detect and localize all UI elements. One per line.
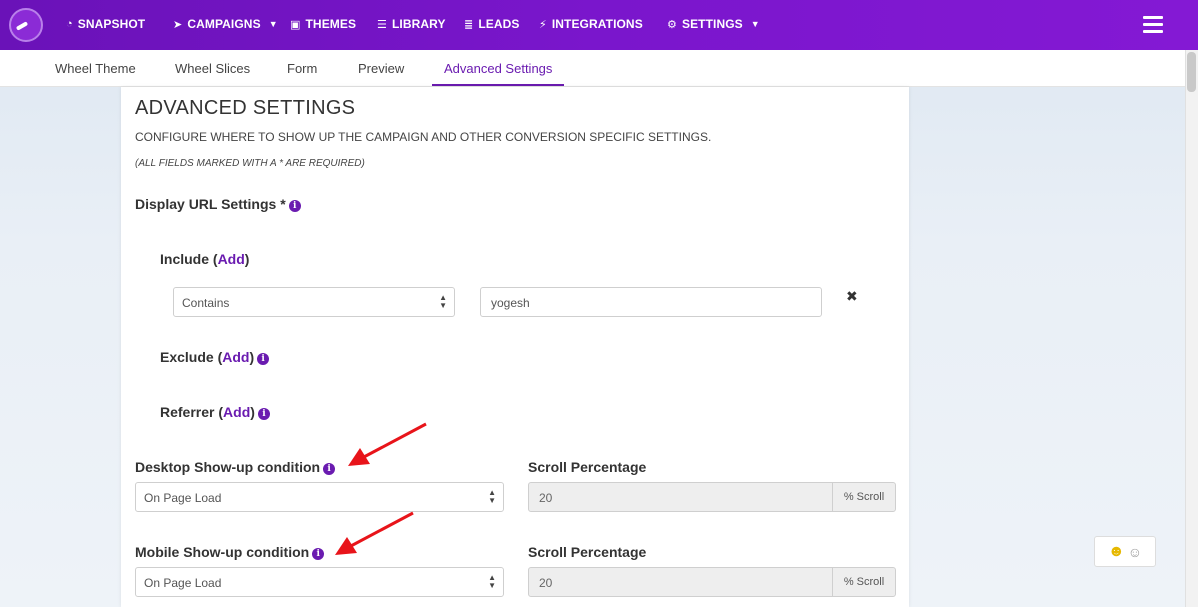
mobile-condition-select[interactable]: On Page Load ▲ ▼ <box>135 567 504 597</box>
include-value-input[interactable]: yogesh <box>480 287 822 317</box>
tab-wheel-theme[interactable]: Wheel Theme <box>55 61 136 76</box>
nav-library[interactable]: ☰ LIBRARY <box>377 17 446 31</box>
desktop-scroll-input[interactable]: 20 <box>529 483 832 511</box>
include-operator-select[interactable]: Contains ▲ ▼ <box>173 287 455 317</box>
plug-icon: ⚡ <box>539 18 547 31</box>
campaign-tabs: Wheel Theme Wheel Slices Form Preview Ad… <box>0 50 1198 87</box>
top-navbar: ◔ SNAPSHOT ➤ CAMPAIGNS ▼ ▣ THEMES ☰ LIBR… <box>0 0 1198 50</box>
tab-advanced-settings[interactable]: Advanced Settings <box>444 61 552 76</box>
hamburger-menu-icon[interactable] <box>1143 16 1163 33</box>
display-url-settings-label: Display URL Settings * i <box>135 196 301 212</box>
include-label: Include (Add) <box>160 251 250 267</box>
required-note: (ALL FIELDS MARKED WITH A * ARE REQUIRED… <box>135 158 365 169</box>
scrollbar-thumb[interactable] <box>1187 52 1196 92</box>
desktop-scroll-label: Scroll Percentage <box>528 459 647 475</box>
caret-down-icon: ▼ <box>750 19 760 29</box>
select-arrows-icon: ▲ ▼ <box>488 573 496 590</box>
tab-preview[interactable]: Preview <box>358 61 404 76</box>
select-arrows-icon: ▲ ▼ <box>439 293 447 310</box>
emoji-reaction-button[interactable]: ☻ ☺ <box>1094 536 1156 567</box>
mobile-scroll-input[interactable]: 20 <box>529 568 832 596</box>
referrer-label: Referrer (Add) i <box>160 404 270 420</box>
tab-form[interactable]: Form <box>287 61 317 76</box>
annotation-arrow <box>348 422 427 466</box>
scroll-addon: % Scroll <box>832 568 895 596</box>
exclude-add-link[interactable]: Add <box>222 349 249 365</box>
mobile-scroll-input-group: 20 % Scroll <box>528 567 896 597</box>
select-arrows-icon: ▲ ▼ <box>488 488 496 505</box>
nav-snapshot[interactable]: ◔ SNAPSHOT <box>66 17 145 31</box>
tab-wheel-slices[interactable]: Wheel Slices <box>175 61 250 76</box>
info-icon[interactable]: i <box>323 463 336 475</box>
list-icon: ≣ <box>464 18 474 31</box>
exclude-label: Exclude (Add) i <box>160 349 270 365</box>
nav-themes[interactable]: ▣ THEMES <box>290 17 356 31</box>
page-description: CONFIGURE WHERE TO SHOW UP THE CAMPAIGN … <box>135 130 712 144</box>
page-scrollbar[interactable] <box>1185 50 1198 607</box>
remove-rule-icon[interactable]: ✖ <box>846 288 858 305</box>
include-add-link[interactable]: Add <box>218 251 245 267</box>
nav-campaigns[interactable]: ➤ CAMPAIGNS ▼ <box>173 17 278 31</box>
nav-integrations[interactable]: ⚡ INTEGRATIONS <box>539 17 643 31</box>
smile-icon: ☺ <box>1127 543 1143 560</box>
info-icon[interactable]: i <box>288 200 301 212</box>
library-icon: ☰ <box>377 18 387 31</box>
image-icon: ▣ <box>290 18 301 31</box>
info-icon[interactable]: i <box>257 353 270 365</box>
desktop-condition-label: Desktop Show-up condition i <box>135 459 336 475</box>
page-title: ADVANCED SETTINGS <box>135 97 356 119</box>
gears-icon: ⚙ <box>667 18 677 31</box>
annotation-arrow <box>335 511 414 555</box>
app-logo[interactable] <box>9 8 43 42</box>
mobile-condition-label: Mobile Show-up condition i <box>135 544 325 560</box>
paper-plane-icon: ➤ <box>173 18 183 31</box>
nav-settings[interactable]: ⚙ SETTINGS ▼ <box>667 17 760 31</box>
dashboard-icon: ◔ <box>66 18 73 30</box>
desktop-condition-select[interactable]: On Page Load ▲ ▼ <box>135 482 504 512</box>
referrer-add-link[interactable]: Add <box>223 404 250 420</box>
info-icon[interactable]: i <box>257 408 270 420</box>
caret-down-icon: ▼ <box>268 19 278 29</box>
info-icon[interactable]: i <box>312 548 325 560</box>
desktop-scroll-input-group: 20 % Scroll <box>528 482 896 512</box>
nav-leads[interactable]: ≣ LEADS <box>464 17 520 31</box>
active-tab-indicator <box>432 84 564 86</box>
mobile-scroll-label: Scroll Percentage <box>528 544 647 560</box>
add-emoji-icon: ☻ <box>1107 542 1125 560</box>
scroll-addon: % Scroll <box>832 483 895 511</box>
